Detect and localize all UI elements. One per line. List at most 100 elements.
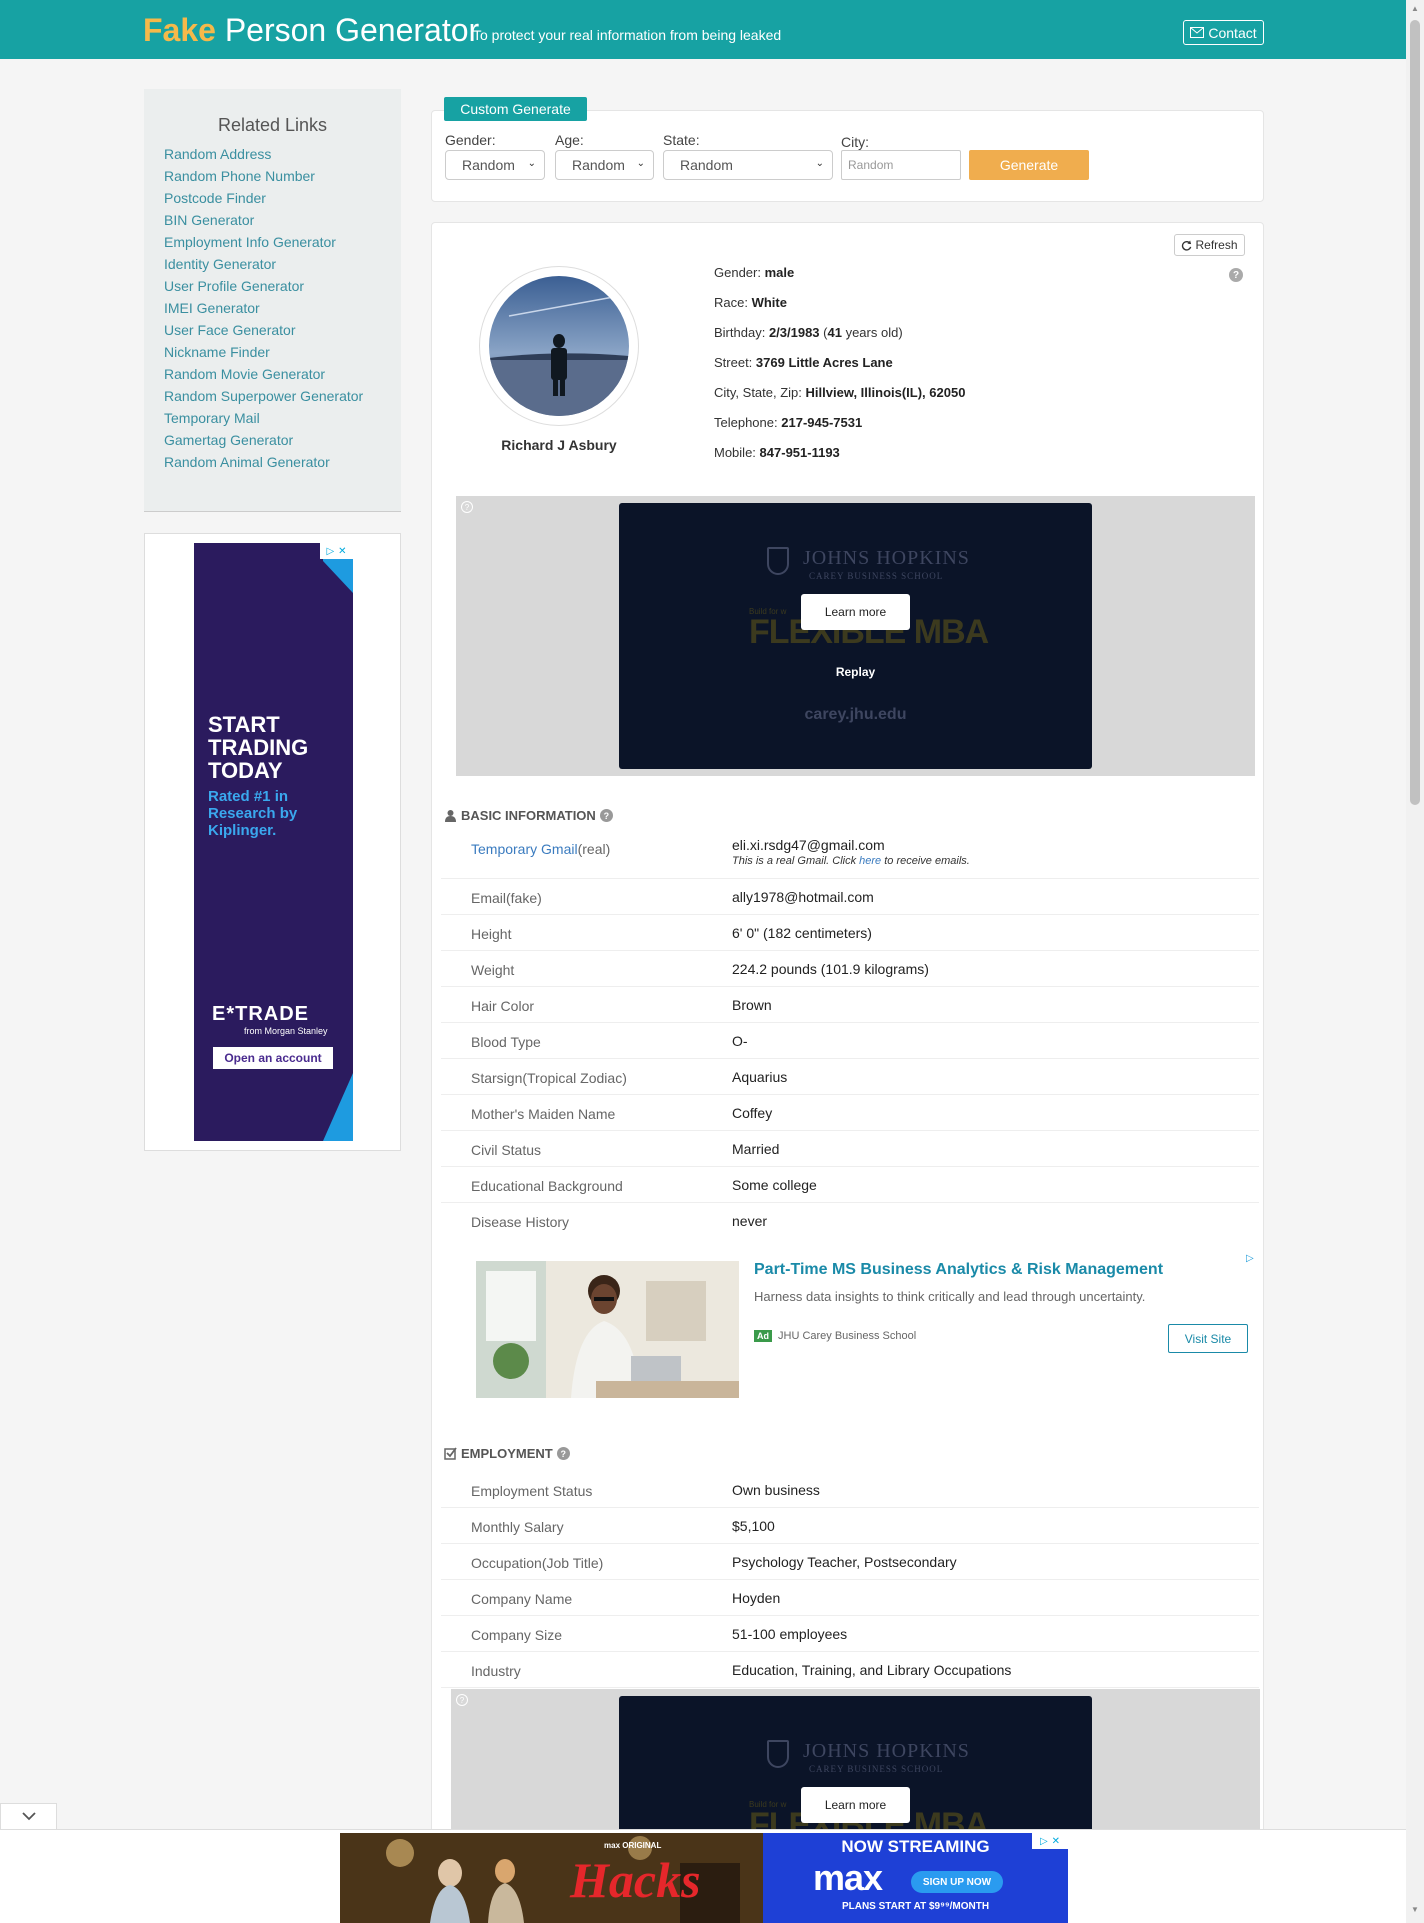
row-label: Blood Type [471, 1034, 541, 1050]
adchoices-icon[interactable]: ▷ [1246, 1253, 1254, 1264]
table-row: Height 6' 0" (182 centimeters) [441, 915, 1259, 951]
related-link[interactable]: Random Address [164, 143, 363, 165]
related-link[interactable]: Gamertag Generator [164, 429, 363, 451]
etrade-ad[interactable]: START TRADING TODAY Rated #1 in Research… [194, 543, 353, 1141]
scroll-down-icon[interactable]: ▼ [1411, 1905, 1419, 1914]
custom-generate-tab[interactable]: Custom Generate [444, 97, 587, 121]
ad-subline: Rated #1 in Research by Kiplinger. [208, 788, 298, 839]
field-label: Telephone: [714, 415, 778, 430]
related-links-title: Related Links [217, 115, 328, 135]
related-link[interactable]: Identity Generator [164, 253, 363, 275]
related-link[interactable]: User Face Generator [164, 319, 363, 341]
table-row: Company Size 51-100 employees [441, 1616, 1259, 1652]
related-link[interactable]: Random Animal Generator [164, 451, 363, 473]
collapse-ad-button[interactable] [0, 1803, 57, 1829]
refresh-button[interactable]: Refresh [1174, 234, 1245, 256]
basic-info-title: BASIC INFORMATION [461, 808, 596, 823]
row-label[interactable]: Temporary Gmail(real) [471, 841, 610, 857]
video-ad-screen[interactable]: JOHNS HOPKINS CAREY BUSINESS SCHOOL Buil… [619, 503, 1092, 769]
show-title: Hacks [570, 1852, 701, 1908]
visit-site-button[interactable]: Visit Site [1168, 1324, 1248, 1353]
ad-brand: JOHNS HOPKINS [803, 547, 970, 569]
refresh-label: Refresh [1195, 238, 1238, 252]
video-ad[interactable]: ? JOHNS HOPKINS CAREY BUSINESS SCHOOL Bu… [456, 496, 1255, 776]
native-ad[interactable]: Part-Time MS Business Analytics & Risk M… [476, 1251, 1260, 1399]
scrollbar-thumb[interactable] [1410, 20, 1420, 805]
page-scrollbar[interactable]: ▲ ▼ [1406, 0, 1424, 1923]
basic-info-heading: BASIC INFORMATION ? [444, 808, 613, 823]
age-select[interactable]: Random ⌄ [555, 150, 654, 180]
row-label: Civil Status [471, 1142, 542, 1158]
row-label: Email(fake) [471, 890, 542, 906]
table-row: Industry Education, Training, and Library… [441, 1652, 1259, 1688]
ad-image[interactable] [476, 1261, 739, 1398]
row-value: Hoyden [732, 1590, 781, 1606]
ad-description: Harness data insights to think criticall… [754, 1289, 1146, 1304]
person-name: Richard J Asbury [501, 437, 617, 453]
scroll-up-icon[interactable]: ▲ [1411, 4, 1419, 13]
row-label: Company Name [471, 1591, 573, 1607]
ad-info-icon[interactable]: ? [461, 501, 473, 513]
contact-button[interactable]: Contact [1183, 20, 1264, 45]
table-row: Hair Color Brown [441, 987, 1259, 1023]
plans-text: PLANS START AT $9⁹⁹/MONTH [841, 1901, 990, 1912]
chevron-down-icon [21, 1812, 36, 1821]
help-icon[interactable]: ? [1229, 268, 1243, 282]
related-link[interactable]: Nickname Finder [164, 341, 363, 363]
row-value: Some college [732, 1177, 817, 1193]
max-banner-ad[interactable]: max ORIGINAL Hacks NOW STREAMING max SIG… [340, 1833, 1068, 1923]
help-icon[interactable]: ? [599, 809, 613, 822]
row-label: Starsign(Tropical Zodiac) [471, 1070, 627, 1086]
related-link[interactable]: Temporary Mail [164, 407, 363, 429]
table-row: Blood Type O- [441, 1023, 1259, 1059]
row-value: O- [732, 1033, 748, 1049]
gmail-value: eli.xi.rsdg47@gmail.com [732, 837, 885, 853]
table-row: Starsign(Tropical Zodiac) Aquarius [441, 1059, 1259, 1095]
sign-up-button[interactable]: SIGN UP NOW [911, 1871, 1003, 1893]
learn-more-button[interactable]: Learn more [801, 594, 910, 630]
related-link[interactable]: Postcode Finder [164, 187, 363, 209]
video-ad[interactable]: ? JOHNS HOPKINS CAREY BUSINESS SCHOOL Bu… [451, 1689, 1260, 1829]
gmail-label[interactable]: Temporary Gmail [471, 841, 578, 857]
gmail-real-tag: (real) [577, 841, 611, 857]
row-value: 224.2 pounds (101.9 kilograms) [732, 961, 929, 977]
gender-select[interactable]: Random ⌄ [445, 150, 545, 180]
help-icon[interactable]: ? [556, 1447, 570, 1460]
related-link[interactable]: Random Superpower Generator [164, 385, 363, 407]
max-original-label: max ORIGINAL [604, 1841, 662, 1850]
related-link[interactable]: Random Phone Number [164, 165, 363, 187]
employment-heading: EMPLOYMENT ? [444, 1446, 570, 1461]
related-link[interactable]: BIN Generator [164, 209, 363, 231]
field-label: Birthday: [714, 325, 766, 340]
ad-info-icon[interactable]: ? [456, 1694, 468, 1706]
open-account-button[interactable]: Open an account [213, 1047, 333, 1069]
generate-button[interactable]: Generate [969, 150, 1089, 180]
replay-button[interactable]: Replay [619, 665, 1092, 679]
etrade-logo-sub: from Morgan Stanley [244, 1026, 328, 1036]
city-input[interactable]: Random [841, 150, 961, 180]
table-row: Monthly Salary $5,100 [441, 1508, 1259, 1544]
row-label: Monthly Salary [471, 1519, 564, 1535]
adchoices-icon[interactable]: ▷ ✕ [1032, 1833, 1068, 1849]
related-link[interactable]: Random Movie Generator [164, 363, 363, 385]
table-row: Disease History never [441, 1203, 1259, 1239]
site-logo[interactable]: Fake Person Generator [143, 12, 479, 49]
basic-info-table: Temporary Gmail(real) eli.xi.rsdg47@gmai… [441, 837, 1259, 1239]
table-row: Civil Status Married [441, 1131, 1259, 1167]
adchoices-icon[interactable]: ▷ ✕ [320, 543, 353, 559]
learn-more-button[interactable]: Learn more [801, 1787, 910, 1823]
profile-gender: Gender: male [714, 265, 965, 295]
row-value: never [732, 1213, 768, 1229]
table-row: Email(fake) ally1978@hotmail.com [441, 879, 1259, 915]
row-value: Own business [732, 1482, 820, 1498]
related-link[interactable]: User Profile Generator [164, 275, 363, 297]
etrade-ad-container: START TRADING TODAY Rated #1 in Research… [144, 533, 401, 1151]
gmail-here-link[interactable]: here [859, 855, 881, 867]
state-select[interactable]: Random ⌄ [663, 150, 833, 180]
ad-title[interactable]: Part-Time MS Business Analytics & Risk M… [754, 1261, 1163, 1279]
related-link[interactable]: Employment Info Generator [164, 231, 363, 253]
checkbox-icon [444, 1447, 457, 1460]
video-ad-screen[interactable]: JOHNS HOPKINS CAREY BUSINESS SCHOOL Buil… [619, 1696, 1092, 1829]
related-link[interactable]: IMEI Generator [164, 297, 363, 319]
avatar [489, 276, 629, 416]
